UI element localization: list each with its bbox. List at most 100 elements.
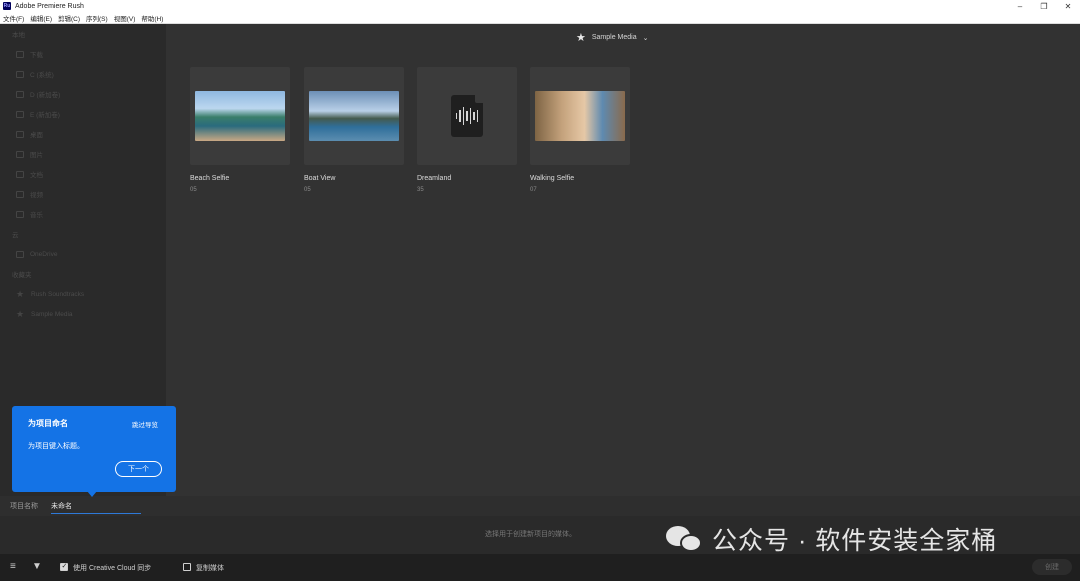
close-button[interactable]: ✕ bbox=[1056, 0, 1080, 12]
watermark: 公众号 · 软件安装全家桶 bbox=[666, 521, 997, 557]
sidebar-item-rush-soundtracks[interactable]: ★ Rush Soundtracks bbox=[0, 284, 166, 304]
source-picker-label: Sample Media bbox=[591, 34, 637, 41]
media-grid-panel: ★ Sample Media ⌄ Beach Selfie 05 Boat Vi… bbox=[166, 24, 1080, 496]
sidebar-item-desktop[interactable]: 桌面 bbox=[0, 124, 166, 144]
sidebar-item-documents[interactable]: 文档 bbox=[0, 164, 166, 184]
media-item-walking-selfie[interactable]: Walking Selfie 07 bbox=[530, 67, 630, 193]
music-icon bbox=[16, 210, 24, 218]
coach-mark-pointer bbox=[87, 491, 97, 497]
sidebar-section-cloud: 云 bbox=[12, 232, 19, 239]
coach-mark-title: 为项目命名 bbox=[28, 419, 68, 428]
menu-edit[interactable]: 编辑(E) bbox=[27, 13, 55, 23]
project-name-label: 项目名称 bbox=[10, 503, 38, 510]
maximize-button[interactable]: ❐ bbox=[1032, 0, 1056, 12]
documents-icon bbox=[16, 170, 24, 178]
copy-media-checkbox-label: 复制媒体 bbox=[196, 565, 224, 572]
star-icon: ★ bbox=[576, 32, 586, 44]
menu-help[interactable]: 帮助(H) bbox=[138, 13, 166, 23]
sidebar-item-sample-media[interactable]: ★ Sample Media bbox=[0, 304, 166, 324]
sync-checkbox[interactable] bbox=[60, 562, 68, 571]
window-controls: – ❐ ✕ bbox=[1008, 0, 1080, 12]
media-item-dreamland[interactable]: Dreamland 35 bbox=[417, 67, 517, 193]
sidebar-item-label: C (系统) bbox=[30, 72, 54, 79]
sidebar-item-label: 图片 bbox=[30, 152, 43, 159]
waveform-icon bbox=[455, 107, 479, 125]
sidebar-item-label: Sample Media bbox=[31, 310, 73, 318]
project-name-input[interactable] bbox=[51, 498, 141, 514]
title-bar: Ru Adobe Premiere Rush – ❐ ✕ bbox=[0, 0, 1080, 12]
sidebar-item-drive-c[interactable]: C (系统) bbox=[0, 64, 166, 84]
media-duration: 35 bbox=[417, 187, 424, 193]
audio-file-icon bbox=[451, 95, 483, 137]
drive-icon bbox=[16, 110, 24, 118]
filter-icon[interactable]: ▼ bbox=[32, 562, 42, 572]
sidebar-item-label: 桌面 bbox=[30, 132, 43, 139]
menu-clip[interactable]: 剪辑(C) bbox=[55, 13, 83, 23]
sidebar-item-music[interactable]: 音乐 bbox=[0, 204, 166, 224]
menu-view[interactable]: 视图(V) bbox=[111, 13, 139, 23]
media-name: Dreamland bbox=[417, 175, 452, 182]
sidebar-item-pictures[interactable]: 图片 bbox=[0, 144, 166, 164]
media-name: Walking Selfie bbox=[530, 175, 575, 182]
sidebar-item-label: 视频 bbox=[30, 192, 43, 199]
media-name: Beach Selfie bbox=[190, 175, 230, 182]
sidebar-item-label: 音乐 bbox=[30, 212, 43, 219]
coach-mark-popup: 为项目命名 跳过导览 为项目键入标题。 下一个 bbox=[12, 406, 176, 492]
drive-icon bbox=[16, 90, 24, 98]
video-thumbnail-image bbox=[195, 91, 285, 141]
sidebar-item-videos[interactable]: 视频 bbox=[0, 184, 166, 204]
media-thumbnail[interactable] bbox=[190, 67, 290, 165]
star-icon: ★ bbox=[16, 308, 25, 319]
sidebar-item-label: Rush Soundtracks bbox=[31, 290, 85, 298]
media-duration: 05 bbox=[304, 187, 311, 193]
download-icon bbox=[16, 50, 24, 58]
window-title: Adobe Premiere Rush bbox=[15, 2, 84, 10]
source-picker[interactable]: ★ Sample Media ⌄ bbox=[576, 31, 649, 44]
menu-sequence[interactable]: 序列(S) bbox=[83, 13, 111, 23]
sidebar-item-label: 下载 bbox=[30, 52, 43, 59]
sidebar-item-drive-e[interactable]: E (新加卷) bbox=[0, 104, 166, 124]
drive-icon bbox=[16, 70, 24, 78]
sidebar-item-downloads[interactable]: 下载 bbox=[0, 44, 166, 64]
media-duration: 05 bbox=[190, 187, 197, 193]
cloud-icon bbox=[16, 250, 24, 258]
copy-media-checkbox[interactable] bbox=[183, 563, 191, 571]
media-thumbnail[interactable] bbox=[530, 67, 630, 165]
skip-tour-link[interactable]: 跳过导览 bbox=[132, 419, 158, 429]
wechat-icon bbox=[666, 524, 704, 554]
sidebar-item-label: D (新加卷) bbox=[30, 92, 61, 99]
media-item-beach-selfie[interactable]: Beach Selfie 05 bbox=[190, 67, 290, 193]
media-thumbnail[interactable] bbox=[304, 67, 404, 165]
next-button[interactable]: 下一个 bbox=[115, 461, 162, 477]
sidebar-item-onedrive[interactable]: OneDrive bbox=[0, 244, 166, 264]
media-duration: 07 bbox=[530, 187, 537, 193]
minimize-button[interactable]: – bbox=[1008, 0, 1032, 12]
watermark-text: 公众号 · 软件安装全家桶 bbox=[712, 527, 998, 555]
menu-bar: 文件(F) 编辑(E) 剪辑(C) 序列(S) 视图(V) 帮助(H) bbox=[0, 12, 1080, 24]
coach-mark-body: 为项目键入标题。 bbox=[28, 443, 84, 450]
selection-hint-text: 选择用于创建新项目的媒体。 bbox=[485, 531, 576, 538]
chevron-down-icon: ⌄ bbox=[642, 34, 649, 42]
video-thumbnail-image bbox=[309, 91, 399, 141]
desktop-icon bbox=[16, 130, 24, 138]
list-view-icon[interactable]: ≡ bbox=[10, 562, 16, 572]
sidebar-section-local: 本地 bbox=[12, 32, 25, 39]
sync-checkbox-label: 使用 Creative Cloud 同步 bbox=[73, 565, 152, 572]
create-button[interactable]: 创建 bbox=[1032, 559, 1072, 575]
star-icon: ★ bbox=[16, 288, 25, 299]
menu-file[interactable]: 文件(F) bbox=[0, 13, 27, 23]
sidebar-section-favorites: 收藏夹 bbox=[12, 272, 32, 279]
sidebar-item-drive-d[interactable]: D (新加卷) bbox=[0, 84, 166, 104]
video-thumbnail-image bbox=[535, 91, 625, 141]
sidebar-item-label: OneDrive bbox=[30, 250, 58, 258]
bottom-toolbar: ≡ ▼ 使用 Creative Cloud 同步 复制媒体 创建 bbox=[0, 554, 1080, 581]
media-name: Boat View bbox=[304, 175, 336, 182]
sidebar-item-label: E (新加卷) bbox=[30, 112, 60, 119]
sidebar-item-label: 文档 bbox=[30, 172, 43, 179]
pictures-icon bbox=[16, 150, 24, 158]
project-name-row: 项目名称 bbox=[0, 496, 1080, 516]
videos-icon bbox=[16, 190, 24, 198]
media-item-boat-view[interactable]: Boat View 05 bbox=[304, 67, 404, 193]
media-thumbnail[interactable] bbox=[417, 67, 517, 165]
app-logo-icon: Ru bbox=[3, 2, 11, 10]
